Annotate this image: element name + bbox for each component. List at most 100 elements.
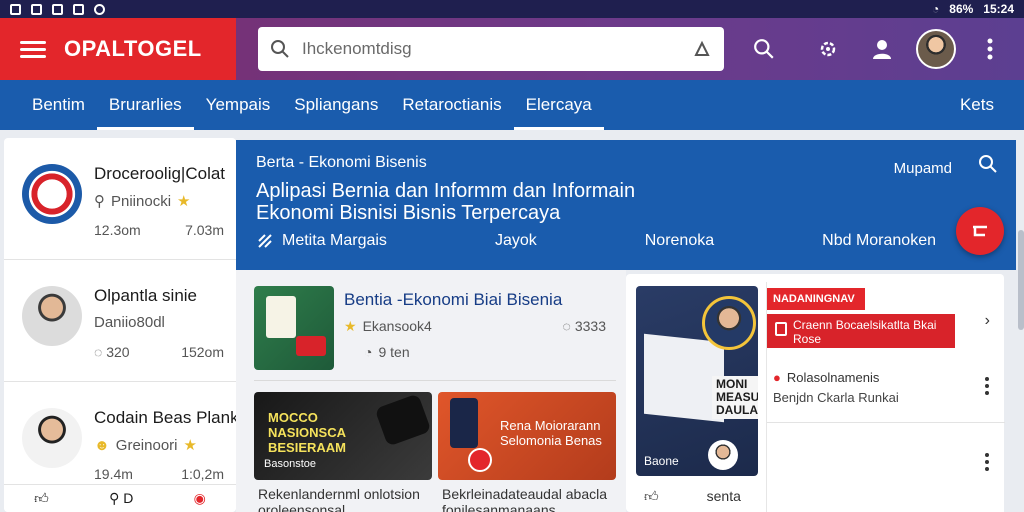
story-actions: 👍︎ senta: [644, 488, 741, 505]
like-icon[interactable]: 👍︎: [34, 490, 49, 507]
search-icon: [979, 155, 997, 173]
image-headline: MONI MEASUU DAULAI: [712, 376, 758, 419]
emoji-icon: ☻: [94, 436, 110, 454]
list-item-subtitle: ☻ Greinoori ★: [94, 436, 197, 455]
manage-link[interactable]: Mupamd: [894, 160, 952, 177]
user-icon: [873, 40, 891, 59]
tab-retaroctianis[interactable]: Retaroctianis: [390, 80, 513, 130]
story-source: ● Rolasolnamenis: [773, 370, 880, 385]
hero-link-jayok[interactable]: Jayok: [495, 232, 537, 250]
tab-bentim[interactable]: Bentim: [20, 80, 97, 130]
highlight-box[interactable]: Craenn Bocaelsikatlta Bkai Rose: [767, 314, 955, 348]
story-subtitle: Benjdn Ckarla Runkai: [773, 390, 899, 405]
category-tabs: Bentim Brurarlies Yempais Spliangans Ret…: [0, 80, 1024, 130]
play-icon: [468, 448, 492, 472]
article-title: Bentia -Ekonomi Biai Bisenia: [344, 290, 563, 309]
app-bar: OPALTOGEL: [0, 18, 1024, 80]
hero-link-norenoka[interactable]: Norenoka: [645, 232, 714, 250]
list-item-title: Droceroolig|Colat: [94, 164, 226, 183]
featured-article[interactable]: Bentia -Ekonomi Biai Bisenia ★ Ekansook4…: [254, 286, 616, 376]
link-icon: [258, 234, 272, 248]
more-options-button[interactable]: [970, 29, 1010, 69]
avatar: [22, 408, 82, 468]
comment-icon: ◌: [94, 344, 103, 360]
category-badge: NADANINGNAV: [767, 288, 865, 310]
list-item[interactable]: Olpantla sinie Daniio80dl ◌ 320 152om: [4, 260, 236, 382]
avatar: [708, 440, 738, 470]
image-caption: Baone: [644, 454, 679, 468]
hero-banner: Berta - Ekonomi Bisenis Aplipasi Bernia …: [236, 140, 1016, 270]
status-bar: ◔ 86% 15:24: [0, 0, 1024, 18]
list-item-title: Codain Beas Planke: [94, 408, 236, 427]
news-card[interactable]: MOCCO NASIONSCA BESIERAAM Basonstoe: [254, 392, 432, 480]
search-icon: [271, 40, 289, 58]
comment-icon: ◌: [562, 318, 571, 334]
brand-logo[interactable]: OPALTOGEL: [64, 36, 202, 62]
key-icon: [73, 3, 84, 15]
tab-yempais[interactable]: Yempais: [194, 80, 283, 130]
star-icon: ★: [177, 193, 191, 210]
menu-icon[interactable]: [20, 40, 46, 58]
story-image: MONI MEASUU DAULAI Baone: [636, 286, 758, 476]
news-card[interactable]: Rena Moiorarann Selomonia Benas: [438, 392, 616, 480]
list-item-subtitle: Daniio80dl: [94, 314, 165, 331]
gear-icon: [820, 41, 836, 57]
compose-button[interactable]: [956, 207, 1004, 255]
breadcrumb[interactable]: Berta - Ekonomi Bisenis: [256, 154, 427, 172]
like-icon[interactable]: 👍︎: [644, 488, 659, 505]
edit-icon: [973, 225, 987, 237]
hero-search-button[interactable]: [978, 154, 998, 179]
battery-level: 86%: [949, 2, 974, 16]
tab-elercaya[interactable]: Elercaya: [513, 80, 604, 130]
card-caption[interactable]: Rekenlandernml onlotsion oroleensonsal: [258, 486, 436, 512]
card-headline: MOCCO NASIONSCA BESIERAAM: [268, 410, 347, 455]
channel-logo: [22, 164, 82, 224]
divider: [767, 422, 1005, 423]
profile-button[interactable]: [862, 29, 902, 69]
settings-button[interactable]: [808, 29, 848, 69]
notification-icon[interactable]: ◉: [194, 490, 206, 507]
story-label: senta: [706, 488, 741, 504]
chevron-right-icon[interactable]: ›: [985, 312, 990, 330]
kebab-icon: [987, 38, 993, 60]
search-input[interactable]: [302, 39, 680, 59]
hero-links: Metita Margais Jayok Norenoka Nbd Morano…: [256, 232, 936, 250]
search-icon: ⚲: [94, 193, 105, 210]
avatar: [22, 286, 82, 346]
card-caption[interactable]: Bekrleinadateaudal abacla fonilesanmanaa…: [442, 486, 620, 512]
tab-kets[interactable]: Kets: [948, 80, 1006, 130]
search-box[interactable]: [258, 27, 724, 71]
list-item[interactable]: Droceroolig|Colat ⚲ Pniinocki ★ 12.3om 7…: [4, 138, 236, 260]
list-item-meta: 19.4m 1:0,2m: [94, 466, 224, 482]
brand-area: OPALTOGEL: [0, 18, 236, 80]
voice-icon[interactable]: [692, 39, 712, 59]
notification-icon: [10, 3, 21, 15]
phone-image: [450, 398, 478, 448]
kebab-icon[interactable]: [977, 452, 997, 472]
scrollbar[interactable]: [1018, 230, 1024, 330]
tab-brurarlies[interactable]: Brurarlies: [96, 80, 194, 130]
star-icon: ★: [183, 437, 197, 454]
app-icon: [31, 3, 42, 15]
clock: 15:24: [983, 2, 1014, 16]
comment-button[interactable]: ⚲ D: [109, 490, 133, 507]
search-icon: [754, 39, 774, 59]
kebab-icon[interactable]: [977, 376, 997, 396]
article-count: ◌ 3333: [562, 318, 606, 334]
hero-link-metita[interactable]: Metita Margais: [256, 232, 387, 250]
avatar[interactable]: [916, 29, 956, 69]
fire-icon: ●: [773, 370, 781, 385]
tab-spliangans[interactable]: Spliangans: [282, 80, 390, 130]
hero-link-nbd[interactable]: Nbd Moranoken: [822, 232, 936, 250]
star-icon: ★: [344, 318, 357, 334]
document-icon: [775, 322, 787, 336]
article-thumbnail: [254, 286, 334, 370]
story-detail-panel: NADANINGNAV Craenn Bocaelsikatlta Bkai R…: [766, 282, 1005, 512]
card-footer: Basonstoe: [264, 458, 316, 470]
search-button[interactable]: [744, 29, 784, 69]
list-item-meta: ◌ 320 152om: [94, 344, 224, 360]
wifi-icon: ◔: [932, 2, 940, 16]
channel-list: Droceroolig|Colat ⚲ Pniinocki ★ 12.3om 7…: [4, 138, 236, 512]
divider: [254, 380, 616, 381]
image-icon: [52, 3, 63, 15]
